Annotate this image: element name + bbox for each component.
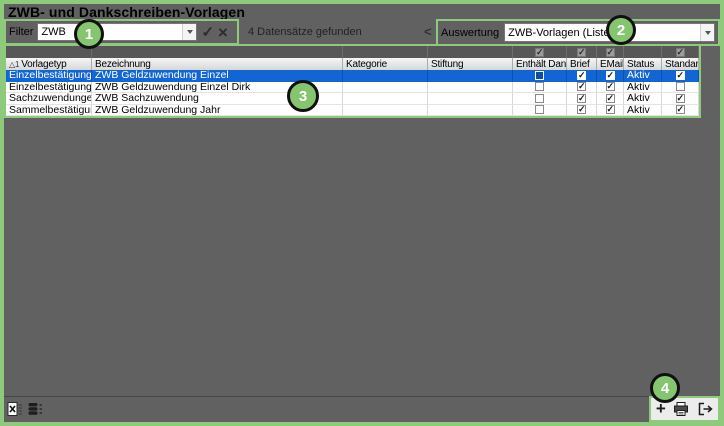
filter-standard-checkbox[interactable] [676, 48, 685, 57]
column-header-bezeichnung[interactable]: Bezeichnung [92, 58, 343, 70]
auswertung-bar: Auswertung ZWB-Vorlagen (Liste) [436, 19, 720, 46]
clear-filter-icon[interactable]: × [218, 25, 228, 40]
annotation-circle-1: 1 [74, 19, 104, 49]
cell-vorlagetyp: Sammelbestätigungen [6, 105, 92, 116]
email-checkbox[interactable] [606, 94, 615, 103]
annotation-circle-3: 3 [287, 80, 319, 112]
column-header-vorlagetyp[interactable]: △1 Vorlagetyp [6, 58, 92, 70]
auswertung-value: ZWB-Vorlagen (Liste) [505, 27, 700, 39]
apply-filter-icon[interactable]: ✓ [201, 25, 214, 40]
cell-stiftung [428, 70, 513, 81]
cell-status: Aktiv [624, 93, 662, 104]
standard-checkbox[interactable] [676, 94, 685, 103]
print-icon[interactable] [673, 401, 689, 417]
templates-table: △1 Vorlagetyp Bezeichnung Kategorie Stif… [4, 44, 701, 118]
filter-brief-checkbox[interactable] [577, 48, 586, 57]
email-checkbox[interactable] [606, 82, 615, 91]
filter-email-checkbox[interactable] [606, 48, 615, 57]
table-row[interactable]: Einzelbestätigungen ZWB Geldzuwendung Ei… [6, 82, 699, 94]
table-body: Einzelbestätigungen ZWB Geldzuwendung Ei… [6, 70, 699, 116]
cell-kategorie [343, 105, 428, 116]
filter-label: Filter [9, 26, 33, 38]
cell-vorlagetyp: Einzelbestätigungen [6, 82, 92, 93]
column-header-status[interactable]: Status [624, 58, 662, 70]
email-checkbox[interactable] [606, 105, 615, 114]
auswertung-label: Auswertung [441, 27, 499, 39]
cell-stiftung [428, 82, 513, 93]
column-header-enthaelt-dank[interactable]: Enthält Dank [513, 58, 567, 70]
brief-checkbox[interactable] [577, 71, 586, 80]
result-count: 4 Datensätze gefunden [248, 26, 362, 38]
table-row[interactable]: Sammelbestätigungen ZWB Geldzuwendung Ja… [6, 105, 699, 117]
column-header-stiftung[interactable]: Stiftung [428, 58, 513, 70]
cell-stiftung [428, 105, 513, 116]
standard-checkbox[interactable] [676, 71, 685, 80]
cell-status: Aktiv [624, 82, 662, 93]
cell-vorlagetyp: Einzelbestätigungen [6, 70, 92, 81]
collapse-chevron-icon[interactable]: < [424, 24, 432, 39]
sort-ascending-icon: △1 [9, 60, 19, 69]
enthaelt-dank-checkbox[interactable] [535, 94, 544, 103]
cell-stiftung [428, 93, 513, 104]
cell-vorlagetyp: Sachzuwendungen [6, 93, 92, 104]
cell-bezeichnung: ZWB Geldzuwendung Einzel [92, 70, 343, 81]
brief-checkbox[interactable] [577, 94, 586, 103]
enthaelt-dank-checkbox[interactable] [535, 82, 544, 91]
brief-checkbox[interactable] [577, 82, 586, 91]
page-title: ZWB- und Dankschreiben-Vorlagen [8, 4, 245, 20]
cell-status: Aktiv [624, 105, 662, 116]
dropdown-arrow-icon[interactable] [700, 24, 714, 41]
filter-enthaelt-dank-checkbox[interactable] [535, 48, 544, 57]
brief-checkbox[interactable] [577, 105, 586, 114]
table-group-row [6, 46, 699, 58]
standard-checkbox[interactable] [676, 82, 685, 91]
column-header-email[interactable]: EMail [597, 58, 624, 70]
table-header-row: △1 Vorlagetyp Bezeichnung Kategorie Stif… [6, 58, 699, 70]
annotation-circle-2: 2 [606, 15, 636, 45]
email-checkbox[interactable] [606, 71, 615, 80]
filter-input[interactable]: ZWB [37, 23, 197, 41]
enthaelt-dank-checkbox[interactable] [535, 71, 544, 80]
cell-status: Aktiv [624, 70, 662, 81]
exit-icon[interactable] [697, 401, 713, 417]
column-header-standard[interactable]: Standard [662, 58, 699, 70]
column-header-brief[interactable]: Brief [567, 58, 597, 70]
add-icon[interactable]: + [656, 401, 666, 417]
filter-value: ZWB [38, 26, 182, 38]
column-header-kategorie[interactable]: Kategorie [343, 58, 428, 70]
standard-checkbox[interactable] [676, 105, 685, 114]
enthaelt-dank-checkbox[interactable] [535, 105, 544, 114]
cell-kategorie [343, 93, 428, 104]
data-list-icon[interactable] [27, 401, 43, 417]
cell-kategorie [343, 82, 428, 93]
table-row[interactable]: Einzelbestätigungen ZWB Geldzuwendung Ei… [6, 70, 699, 82]
dropdown-arrow-icon[interactable] [182, 24, 196, 40]
filter-bar: Filter ZWB ✓ × [4, 19, 239, 45]
cell-kategorie [343, 70, 428, 81]
table-row[interactable]: Sachzuwendungen ZWB Sachzuwendung Aktiv [6, 93, 699, 105]
excel-export-icon[interactable] [7, 401, 23, 417]
annotation-circle-4: 4 [650, 373, 680, 403]
status-bar [4, 396, 720, 423]
app-window: ZWB- und Dankschreiben-Vorlagen Filter Z… [0, 0, 724, 426]
